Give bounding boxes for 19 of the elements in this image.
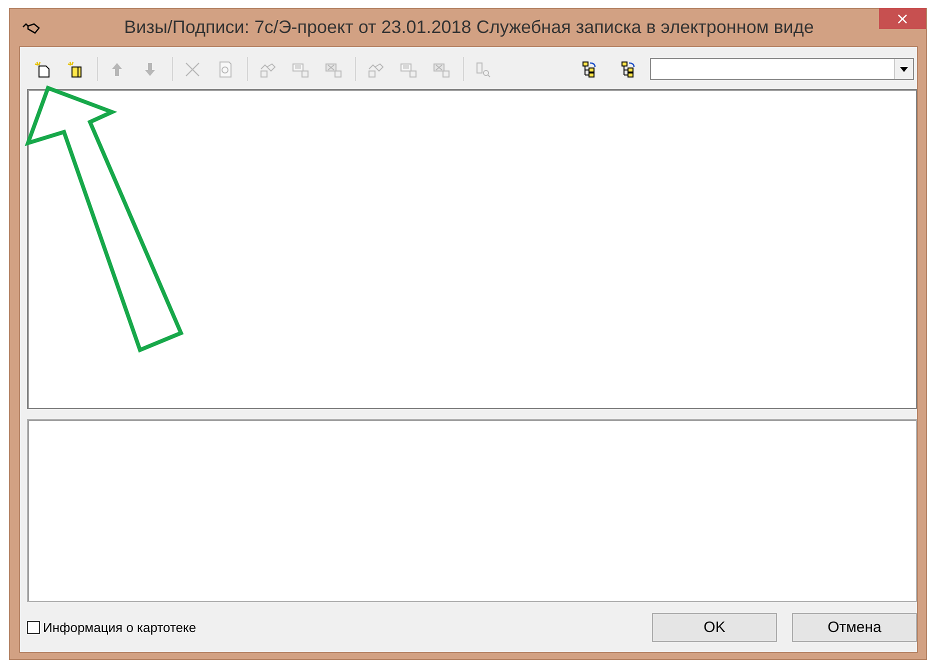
magnifier-icon (475, 60, 492, 78)
window-title: Визы/Подписи: 7с/Э-проект от 23.01.2018 Служебная записка в электронном виде (124, 17, 814, 38)
document-icon (325, 60, 342, 78)
tree-icon (581, 60, 598, 78)
tree-icon (620, 60, 637, 78)
document-icon (217, 60, 234, 78)
dialog-button[interactable]: OK (652, 612, 777, 642)
new-document-icon (34, 60, 51, 78)
dialog-button[interactable]: Отмена (792, 612, 917, 642)
document-icon (433, 60, 450, 78)
caret-icon (900, 66, 908, 72)
checkbox-label[interactable]: Информация о картотеке (43, 620, 196, 634)
dropdown-field[interactable] (650, 58, 914, 80)
cross-icon (184, 60, 201, 78)
new-folder-icon (67, 60, 84, 78)
document-icon (400, 60, 417, 78)
checkbox[interactable] (27, 620, 40, 634)
close-button[interactable]: × (879, 8, 926, 29)
document-icon (292, 60, 309, 78)
